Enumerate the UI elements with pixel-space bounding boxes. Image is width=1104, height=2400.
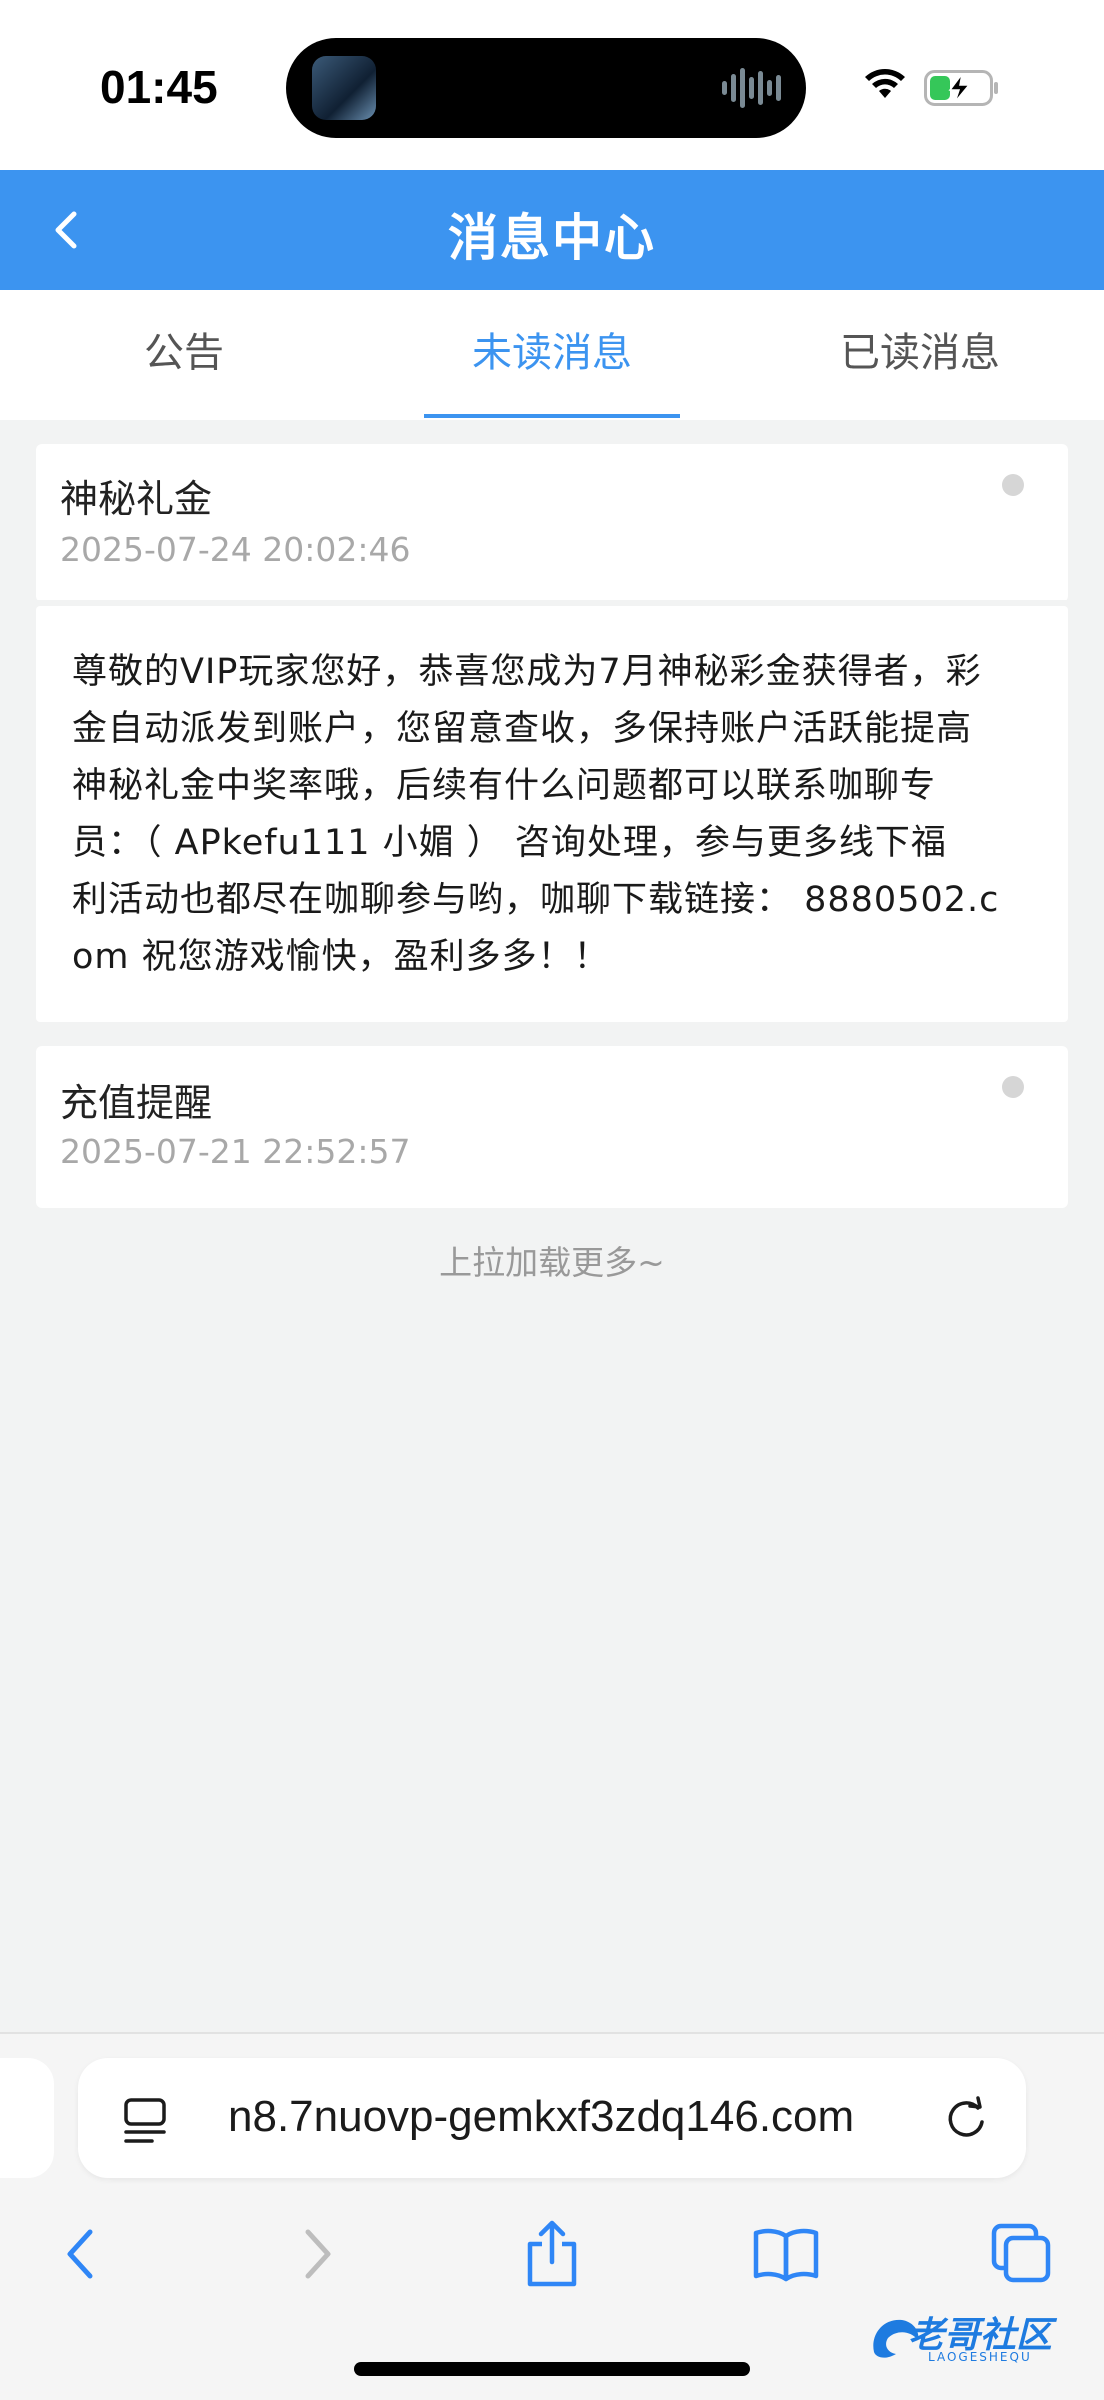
- wifi-icon: [865, 69, 905, 98]
- chevron-left-icon: [67, 2229, 93, 2279]
- message-date: 2025-07-21 22:52:57: [60, 1132, 411, 1171]
- message-card[interactable]: 充值提醒 2025-07-21 22:52:57: [36, 1046, 1068, 1208]
- audio-wave-icon: [722, 64, 782, 112]
- message-title: 充值提醒: [60, 1081, 213, 1125]
- bookmarks-button[interactable]: [746, 2214, 826, 2294]
- tab-read[interactable]: 已读消息: [736, 320, 1104, 378]
- reload-icon[interactable]: [942, 2094, 990, 2142]
- book-icon: [753, 2228, 819, 2282]
- message-body-line: 金自动派发到账户，您留意查收，多保持账户活跃能提高: [72, 709, 973, 749]
- dynamic-island: [286, 38, 806, 138]
- status-time: 01:45: [100, 61, 218, 113]
- message-body: 尊敬的VIP玩家您好，恭喜您成为7月神秘彩金获得者，彩 金自动派发到账户，您留意…: [36, 606, 1068, 1022]
- unread-dot-icon: [1002, 474, 1024, 496]
- url-text[interactable]: n8.7nuovp-gemkxf3zdq146.com: [228, 2092, 988, 2142]
- page-menu-icon[interactable]: [122, 2096, 168, 2146]
- browser-back-button[interactable]: [40, 2214, 120, 2294]
- tab-announcements[interactable]: 公告: [0, 320, 368, 378]
- app-header: 消息中心: [0, 170, 1104, 290]
- now-playing-app-icon: [312, 56, 376, 120]
- share-button[interactable]: [512, 2214, 592, 2294]
- message-body-line: 尊敬的VIP玩家您好，恭喜您成为7月神秘彩金获得者，彩: [72, 652, 982, 692]
- battery-charging-icon: [924, 70, 998, 106]
- load-more-hint[interactable]: 上拉加载更多~: [0, 1236, 1104, 1284]
- message-title: 神秘礼金: [60, 477, 213, 521]
- message-date: 2025-07-24 20:02:46: [60, 530, 411, 569]
- message-body-line: 利活动也都尽在咖聊参与哟，咖聊下载链接： 8880502.c: [72, 880, 1000, 920]
- message-body-line: om 祝您游戏愉快，盈利多多！！: [72, 937, 610, 977]
- watermark-logo: 老哥社区 LAOGESHEQU: [866, 2306, 1096, 2370]
- chevron-right-icon: [305, 2229, 331, 2279]
- share-icon: [527, 2220, 577, 2287]
- tab-bar: 公告 未读消息 已读消息: [0, 290, 1104, 420]
- tabs-button[interactable]: [982, 2214, 1062, 2294]
- message-body-line: 员：（ APkefu111 小媚 ） 咨询处理，参与更多线下福: [72, 823, 947, 863]
- active-tab-indicator: [424, 414, 680, 418]
- status-bar: 01:45: [0, 0, 1104, 170]
- message-body-line: 神秘礼金中奖率哦，后续有什么问题都可以联系咖聊专: [72, 766, 937, 806]
- page-title: 消息中心: [448, 209, 656, 267]
- previous-tab-preview[interactable]: [0, 2058, 54, 2178]
- unread-dot-icon: [1002, 1076, 1024, 1098]
- message-card[interactable]: 神秘礼金 2025-07-24 20:02:46: [36, 444, 1068, 602]
- browser-forward-button[interactable]: [278, 2214, 358, 2294]
- home-indicator[interactable]: [354, 2362, 750, 2376]
- watermark-subtext: LAOGESHEQU: [928, 2350, 1032, 2364]
- tab-unread[interactable]: 未读消息: [368, 320, 736, 378]
- address-bar[interactable]: n8.7nuovp-gemkxf3zdq146.com: [78, 2058, 1026, 2178]
- tabs-icon: [991, 2223, 1051, 2283]
